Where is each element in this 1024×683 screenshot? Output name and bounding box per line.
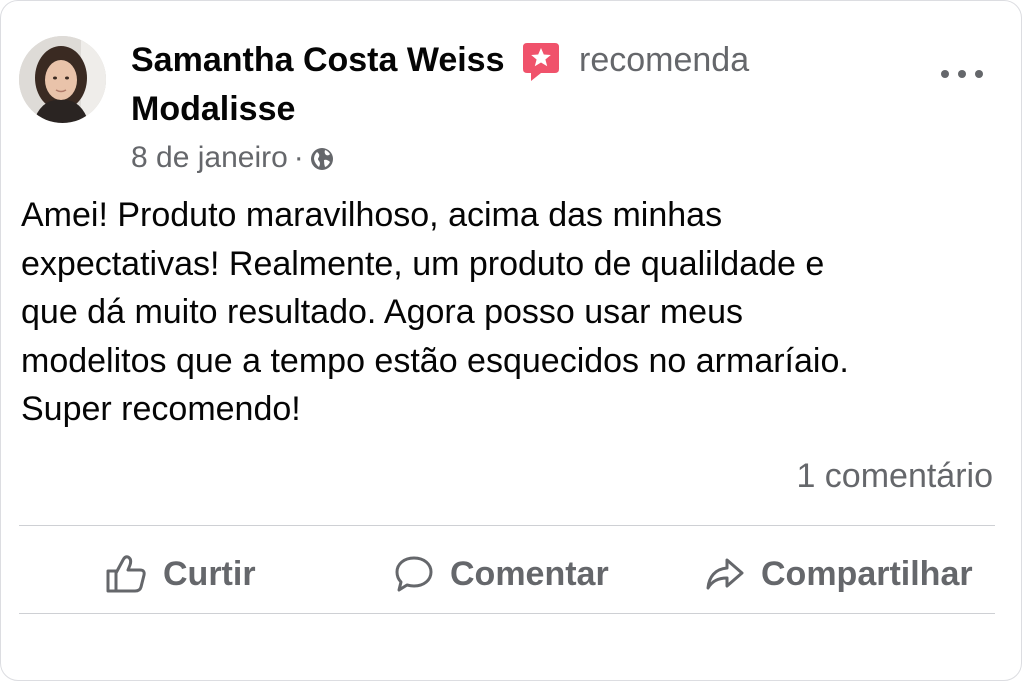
comment-label: Comentar — [450, 554, 609, 593]
post-text-line: Amei! Produto maravilhoso, acima das min… — [21, 196, 723, 234]
post-card: Samantha Costa Weiss recomenda Modalisse… — [0, 0, 1022, 681]
thumbs-up-icon — [106, 555, 146, 593]
like-label: Curtir — [163, 554, 256, 593]
recommends-text: recomenda — [579, 41, 750, 79]
dot-icon — [941, 70, 949, 78]
divider — [19, 525, 995, 526]
comment-bubble-icon — [395, 556, 433, 592]
like-button[interactable]: Curtir — [105, 547, 256, 601]
globe-icon[interactable] — [310, 147, 334, 171]
share-arrow-icon — [706, 558, 744, 590]
dot-icon — [958, 70, 966, 78]
post-body: Amei! Produto maravilhoso, acima das min… — [21, 191, 981, 434]
post-date[interactable]: 8 de janeiro — [131, 141, 288, 175]
avatar[interactable] — [19, 36, 106, 123]
post-text-line: Super recomendo! — [21, 390, 301, 428]
share-button[interactable]: Compartilhar — [705, 547, 973, 601]
page-name[interactable]: Modalisse — [131, 90, 295, 129]
comment-button[interactable]: Comentar — [394, 547, 609, 601]
recommend-star-icon — [523, 43, 559, 81]
post-text-line: modelitos que a tempo estão esquecidos n… — [21, 341, 849, 380]
divider — [19, 613, 995, 614]
author-name[interactable]: Samantha Costa Weiss — [131, 41, 505, 80]
share-label: Compartilhar — [761, 554, 973, 593]
comment-count-link[interactable]: 1 comentário — [796, 457, 993, 496]
dot-icon — [975, 70, 983, 78]
more-options-button[interactable] — [941, 61, 983, 87]
post-text-line: que dá muito resultado. Agora posso usar… — [21, 293, 743, 331]
post-text-line: expectativas! Realmente, um produto de q… — [21, 244, 825, 283]
post-meta: 8 de janeiro · — [131, 141, 334, 175]
meta-separator: · — [293, 141, 304, 174]
